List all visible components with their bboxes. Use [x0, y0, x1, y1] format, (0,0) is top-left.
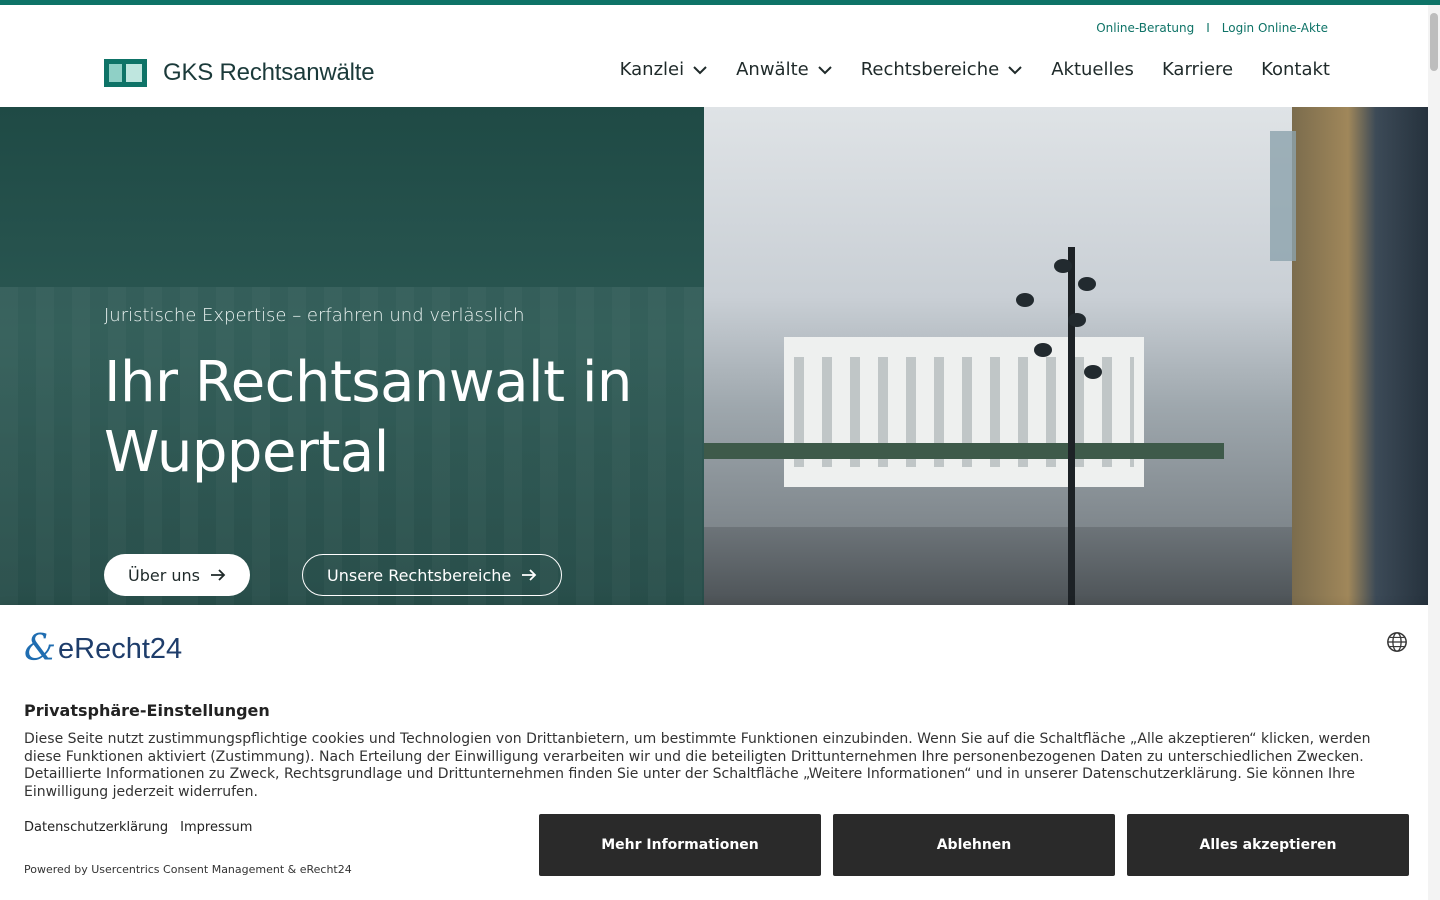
hero-title: Ihr Rechtsanwalt in Wuppertal: [104, 350, 632, 485]
scrollbar-thumb[interactable]: [1430, 13, 1438, 71]
photo-suspension-railway: [704, 443, 1224, 459]
nav-item-label: Karriere: [1161, 59, 1234, 80]
hero-photo: [704, 107, 1432, 607]
cookie-consent-banner: & eRecht24 Privatsphäre-Einstellungen Di…: [0, 605, 1432, 900]
hero-buttons: Über uns Unsere Rechtsbereiche: [104, 554, 563, 596]
logo-text: GKS Rechtsanwälte: [163, 59, 375, 86]
nav-item-kanzlei[interactable]: Kanzlei: [620, 59, 708, 80]
about-us-label: Über uns: [128, 565, 200, 585]
utility-separator: I: [1206, 21, 1210, 35]
privacy-policy-link[interactable]: Datenschutzerklärung: [24, 820, 168, 835]
powered-by-text: Powered by Usercentrics Consent Manageme…: [24, 863, 352, 876]
chevron-down-icon: [818, 65, 832, 74]
cookie-title: Privatsphäre-Einstellungen: [24, 701, 270, 720]
photo-lamp: [1016, 293, 1034, 307]
practice-areas-label: Unsere Rechtsbereiche: [327, 565, 512, 585]
erecht24-logo-mark: &: [24, 628, 57, 669]
photo-lamp: [1078, 277, 1096, 291]
cookie-links: Datenschutzerklärung Impressum: [24, 820, 252, 835]
about-us-button[interactable]: Über uns: [104, 554, 250, 596]
erecht24-logo-text: eRecht24: [58, 632, 183, 665]
nav-item-rechtsbereiche[interactable]: Rechtsbereiche: [861, 59, 1023, 80]
hero-content: Juristische Expertise – erfahren und ver…: [104, 305, 684, 488]
nav-item-karriere[interactable]: Karriere: [1162, 59, 1233, 80]
site-logo[interactable]: GKS Rechtsanwälte: [104, 59, 375, 87]
cookie-buttons: Mehr Informationen Ablehnen Alles akzept…: [539, 814, 1409, 876]
cookie-description: Diese Seite nutzt zustimmungspflichtige …: [24, 731, 1371, 800]
erecht24-logo: & eRecht24: [24, 629, 182, 669]
utility-links: Online-Beratung I Login Online-Akte: [1096, 21, 1328, 35]
site-header: Online-Beratung I Login Online-Akte GKS …: [0, 5, 1432, 107]
globe-icon[interactable]: [1386, 631, 1408, 653]
logo-mark-icon: [104, 59, 147, 87]
photo-lamp: [1054, 259, 1072, 273]
imprint-link[interactable]: Impressum: [180, 820, 252, 835]
photo-lamp: [1034, 343, 1052, 357]
nav-item-label: Aktuelles: [1051, 59, 1134, 80]
photo-glass-facade: [1292, 107, 1432, 607]
photo-lamp: [1084, 365, 1102, 379]
online-beratung-link[interactable]: Online-Beratung: [1096, 21, 1194, 35]
main-nav: Kanzlei Anwälte Rechtsbereiche Aktuelles…: [620, 59, 1330, 80]
photo-lamp-pole: [1068, 247, 1075, 607]
more-information-button[interactable]: Mehr Informationen: [539, 814, 821, 876]
arrow-right-icon: [522, 569, 537, 581]
practice-areas-button[interactable]: Unsere Rechtsbereiche: [302, 554, 563, 596]
hero-section: Juristische Expertise – erfahren und ver…: [0, 107, 1432, 607]
chevron-down-icon: [693, 65, 707, 74]
photo-building: [784, 337, 1144, 487]
arrow-right-icon: [211, 569, 226, 581]
accept-all-button[interactable]: Alles akzeptieren: [1127, 814, 1409, 876]
nav-item-label: Anwälte: [736, 59, 809, 80]
nav-item-kontakt[interactable]: Kontakt: [1261, 59, 1330, 80]
nav-item-label: Kanzlei: [619, 59, 685, 80]
photo-store-sign: [1270, 131, 1296, 261]
nav-item-aktuelles[interactable]: Aktuelles: [1051, 59, 1134, 80]
photo-lamp: [1068, 313, 1086, 327]
chevron-down-icon: [1008, 65, 1022, 74]
hero-kicker: Juristische Expertise – erfahren und ver…: [104, 305, 525, 326]
login-online-akte-link[interactable]: Login Online-Akte: [1222, 21, 1328, 35]
nav-item-anwaelte[interactable]: Anwälte: [736, 59, 833, 80]
nav-item-label: Kontakt: [1261, 59, 1330, 80]
page-scrollbar[interactable]: [1428, 5, 1440, 900]
nav-item-label: Rechtsbereiche: [860, 59, 1000, 80]
decline-button[interactable]: Ablehnen: [833, 814, 1115, 876]
